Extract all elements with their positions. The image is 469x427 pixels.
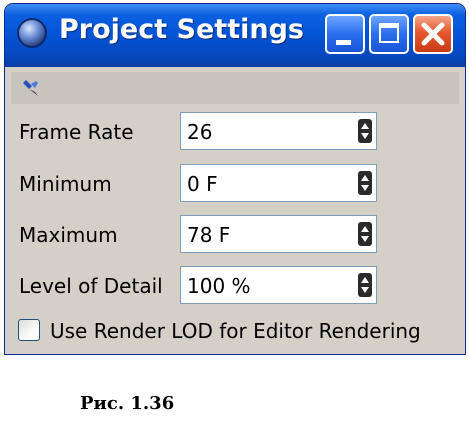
- minimum-label: Minimum: [19, 172, 112, 196]
- toolbar: [11, 72, 459, 104]
- maximum-field[interactable]: 78 F: [180, 215, 377, 253]
- maximum-row: Maximum 78 F: [5, 215, 465, 255]
- maximize-button[interactable]: [369, 14, 409, 54]
- spin-arrows-icon: [361, 226, 369, 242]
- use-render-lod-label[interactable]: Use Render LOD for Editor Rendering: [50, 319, 421, 343]
- spin-arrows-icon: [361, 277, 369, 293]
- close-icon: [421, 22, 445, 46]
- frame-rate-stepper[interactable]: [358, 119, 372, 143]
- use-render-lod-checkbox[interactable]: [18, 319, 40, 341]
- maximum-label: Maximum: [19, 223, 118, 247]
- maximum-value: 78 F: [187, 223, 231, 247]
- level-of-detail-field[interactable]: 100 %: [180, 266, 377, 304]
- level-of-detail-label: Level of Detail: [19, 274, 163, 298]
- maximum-stepper[interactable]: [358, 222, 372, 246]
- title-bar[interactable]: Project Settings: [5, 4, 465, 67]
- maximize-icon: [379, 23, 399, 43]
- minimum-stepper[interactable]: [358, 171, 372, 195]
- cinema4d-sphere-icon: [17, 18, 47, 48]
- window-title: Project Settings: [59, 14, 304, 45]
- spin-arrows-icon: [361, 123, 369, 139]
- use-render-lod-row: Use Render LOD for Editor Rendering: [5, 317, 465, 347]
- level-of-detail-value: 100 %: [187, 274, 251, 298]
- minimize-icon: [336, 40, 351, 45]
- figure-caption: Рис. 1.36: [80, 393, 175, 414]
- minimum-value: 0 F: [187, 172, 218, 196]
- minimize-button[interactable]: [325, 14, 365, 54]
- project-settings-window: Project Settings Frame Rate 26 Minimum 0…: [5, 4, 465, 354]
- level-of-detail-row: Level of Detail 100 %: [5, 266, 465, 306]
- frame-rate-label: Frame Rate: [19, 120, 134, 144]
- spin-arrows-icon: [361, 175, 369, 191]
- minimum-field[interactable]: 0 F: [180, 164, 377, 202]
- frame-rate-row: Frame Rate 26: [5, 112, 465, 152]
- frame-rate-value: 26: [187, 120, 213, 144]
- frame-rate-field[interactable]: 26: [180, 112, 377, 150]
- close-button[interactable]: [413, 14, 453, 54]
- level-of-detail-stepper[interactable]: [358, 273, 372, 297]
- minimum-row: Minimum 0 F: [5, 164, 465, 204]
- pin-icon[interactable]: [19, 76, 43, 100]
